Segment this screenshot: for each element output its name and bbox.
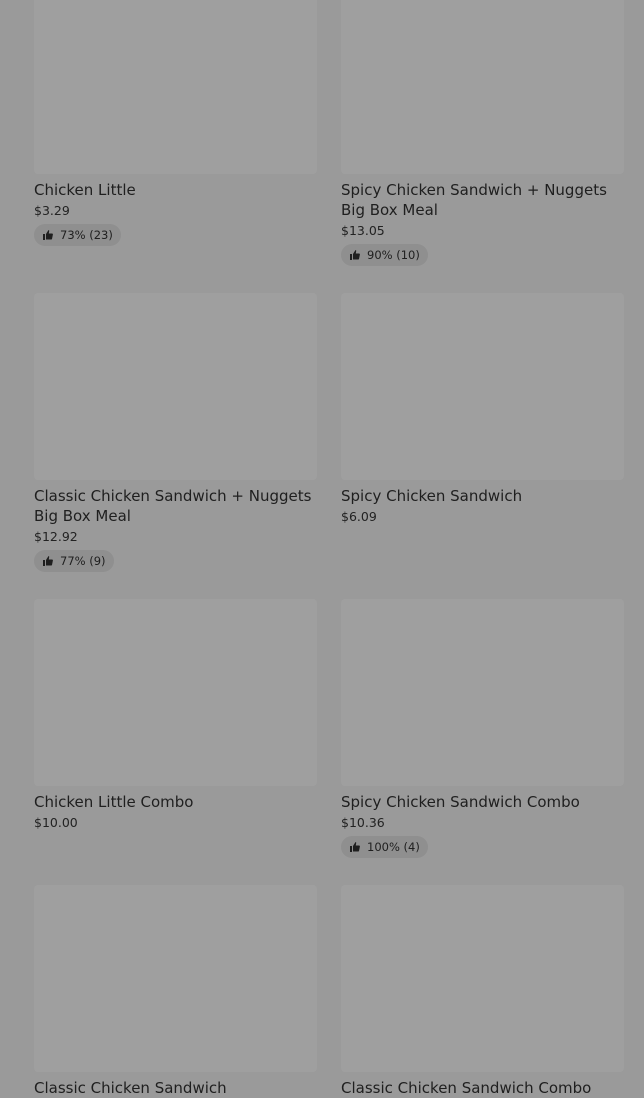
menu-item-card[interactable]: Chicken Little Combo $10.00 [34, 599, 317, 832]
item-price: $10.36 [341, 815, 385, 830]
thumbs-up-icon [349, 249, 361, 261]
item-title: Classic Chicken Sandwich [34, 1079, 227, 1097]
item-image[interactable] [341, 885, 624, 1072]
thumbs-up-icon [42, 555, 54, 567]
rating-text: 90% (10) [367, 248, 420, 262]
menu-item-card[interactable]: Chicken Little $3.29 73% (23) [34, 0, 317, 246]
menu-item-card[interactable]: Spicy Chicken Sandwich + Nuggets Big Box… [341, 0, 624, 266]
menu-item-card[interactable]: Classic Chicken Sandwich [34, 885, 317, 1098]
menu-item-card[interactable]: Classic Chicken Sandwich Combo [341, 885, 624, 1098]
item-price: $3.29 [34, 203, 70, 218]
item-price: $6.09 [341, 509, 377, 524]
item-image[interactable] [34, 0, 317, 174]
item-title: Spicy Chicken Sandwich + Nuggets Big Box… [341, 181, 607, 219]
rating-text: 100% (4) [367, 840, 420, 854]
item-image[interactable] [34, 293, 317, 480]
menu-item-card[interactable]: Spicy Chicken Sandwich $6.09 [341, 293, 624, 526]
item-image[interactable] [341, 293, 624, 480]
rating-text: 77% (9) [60, 554, 106, 568]
item-image[interactable] [34, 599, 317, 786]
item-title: Classic Chicken Sandwich Combo [341, 1079, 592, 1097]
item-title: Spicy Chicken Sandwich [341, 487, 523, 505]
rating-badge: 100% (4) [341, 836, 428, 858]
rating-badge: 73% (23) [34, 224, 121, 246]
item-price: $10.00 [34, 815, 78, 830]
item-image[interactable] [341, 599, 624, 786]
menu-item-card[interactable]: Classic Chicken Sandwich + Nuggets Big B… [34, 293, 317, 572]
item-title: Classic Chicken Sandwich + Nuggets Big B… [34, 487, 312, 525]
thumbs-up-icon [42, 229, 54, 241]
item-title: Chicken Little [34, 181, 136, 199]
menu-item-card[interactable]: Spicy Chicken Sandwich Combo $10.36 100%… [341, 599, 624, 858]
item-price: $12.92 [34, 529, 78, 544]
thumbs-up-icon [349, 841, 361, 853]
rating-badge: 90% (10) [341, 244, 428, 266]
item-image[interactable] [341, 0, 624, 174]
item-title: Spicy Chicken Sandwich Combo [341, 793, 580, 811]
rating-text: 73% (23) [60, 228, 113, 242]
rating-badge: 77% (9) [34, 550, 114, 572]
item-image[interactable] [34, 885, 317, 1072]
item-price: $13.05 [341, 223, 385, 238]
item-title: Chicken Little Combo [34, 793, 194, 811]
